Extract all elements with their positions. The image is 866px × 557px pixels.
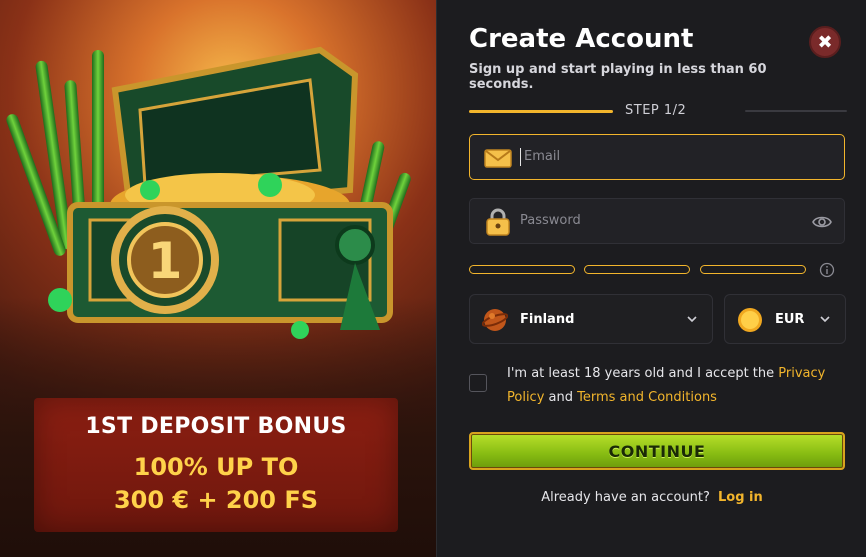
step-progress-inactive <box>745 110 847 112</box>
signup-modal: 1 1ST DEPOSIT BONUS 100% UP TO 300 € + 2… <box>0 0 866 557</box>
eye-icon[interactable] <box>812 212 832 232</box>
terms-link[interactable]: Terms and Conditions <box>577 390 717 405</box>
signup-form-panel: Create Account Sign up and start playing… <box>436 0 866 557</box>
page-subtitle: Sign up and start playing in less than 6… <box>469 62 767 92</box>
continue-label: CONTINUE <box>608 441 706 461</box>
text-cursor <box>520 148 521 166</box>
consent-text-part: I'm at least 18 years old and I accept t… <box>507 366 779 381</box>
password-strength-bar <box>469 265 575 274</box>
deposit-bonus-banner: 1ST DEPOSIT BONUS 100% UP TO 300 € + 200… <box>34 398 398 532</box>
consent-text: I'm at least 18 years old and I accept t… <box>507 362 827 410</box>
country-select[interactable]: Finland <box>469 294 713 344</box>
step-label: STEP 1/2 <box>625 103 687 118</box>
chevron-down-icon <box>687 316 697 323</box>
page-title: Create Account <box>469 24 694 54</box>
age-terms-checkbox[interactable] <box>469 374 487 392</box>
step-progress: STEP 1/2 <box>469 103 847 119</box>
password-strength-bar <box>584 265 690 274</box>
chevron-down-icon <box>820 316 830 323</box>
promo-panel: 1 1ST DEPOSIT BONUS 100% UP TO 300 € + 2… <box>0 0 436 557</box>
password-strength-bar <box>700 265 806 274</box>
country-value: Finland <box>520 312 575 327</box>
bonus-amount: 300 € + 200 FS <box>113 486 319 514</box>
bonus-title: 1ST DEPOSIT BONUS <box>85 414 347 439</box>
continue-button[interactable]: CONTINUE <box>469 432 845 470</box>
chest-number: 1 <box>148 232 183 290</box>
bonus-percent: 100% UP TO <box>133 453 299 481</box>
close-button[interactable]: ✖ <box>809 26 841 58</box>
consent-and: and <box>544 390 578 405</box>
treasure-chest-image: 1 <box>48 46 393 339</box>
login-prompt: Already have an account? Log in <box>437 490 866 505</box>
login-link[interactable]: Log in <box>718 490 763 505</box>
info-icon[interactable] <box>819 262 835 278</box>
already-account-text: Already have an account? <box>541 490 710 505</box>
currency-select[interactable]: EUR <box>724 294 846 344</box>
lock-icon <box>486 208 510 236</box>
close-icon: ✖ <box>817 31 833 53</box>
envelope-icon <box>484 149 512 168</box>
password-placeholder: Password <box>520 213 581 228</box>
currency-value: EUR <box>775 312 805 327</box>
globe-flag-icon <box>482 309 508 331</box>
step-progress-active <box>469 110 613 113</box>
password-field[interactable]: Password <box>469 198 845 244</box>
email-placeholder: Email <box>524 149 561 164</box>
coin-icon <box>738 308 762 332</box>
email-field[interactable]: Email <box>469 134 845 180</box>
